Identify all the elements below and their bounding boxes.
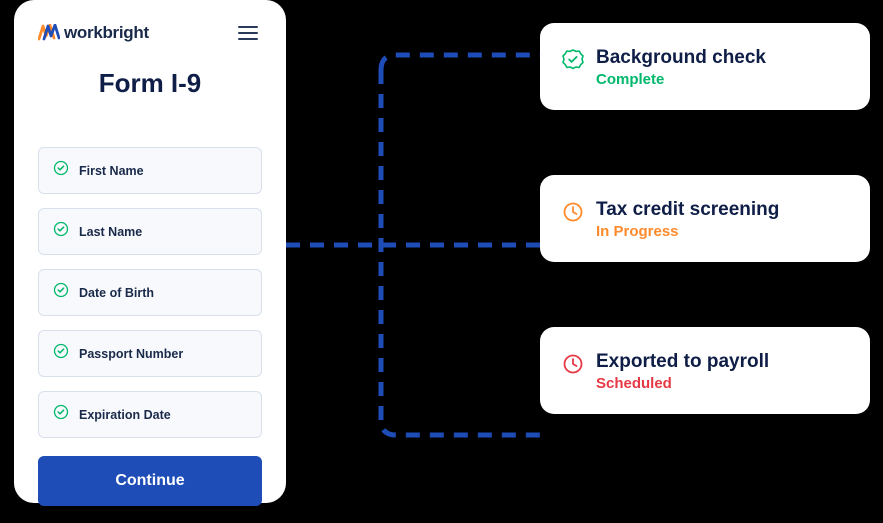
status-list: Background check Complete Tax credit scr…	[540, 23, 870, 414]
status-sub: In Progress	[596, 223, 779, 240]
check-badge-icon	[562, 49, 584, 76]
field-label: Expiration Date	[79, 408, 171, 422]
field-first-name[interactable]: First Name	[38, 147, 262, 194]
field-dob[interactable]: Date of Birth	[38, 269, 262, 316]
field-expiration[interactable]: Expiration Date	[38, 391, 262, 438]
check-icon	[53, 160, 69, 181]
check-icon	[53, 282, 69, 303]
field-label: Passport Number	[79, 347, 183, 361]
field-label: Date of Birth	[79, 286, 154, 300]
check-icon	[53, 221, 69, 242]
field-label: Last Name	[79, 225, 142, 239]
status-sub: Complete	[596, 71, 766, 88]
field-last-name[interactable]: Last Name	[38, 208, 262, 255]
status-payroll: Exported to payroll Scheduled	[540, 327, 870, 414]
page-title: Form I-9	[38, 68, 262, 99]
field-label: First Name	[79, 164, 144, 178]
check-icon	[53, 343, 69, 364]
status-title: Tax credit screening	[596, 199, 779, 221]
form-card: workbright Form I-9 First Name Last Name…	[14, 0, 286, 503]
continue-button[interactable]: Continue	[38, 456, 262, 506]
status-sub: Scheduled	[596, 375, 769, 392]
status-title: Exported to payroll	[596, 351, 769, 373]
logo-mark-icon	[38, 24, 60, 42]
logo-text: workbright	[64, 23, 149, 43]
logo: workbright	[38, 23, 149, 43]
clock-icon	[562, 353, 584, 380]
menu-icon[interactable]	[234, 22, 262, 44]
status-tax-credit: Tax credit screening In Progress	[540, 175, 870, 262]
status-title: Background check	[596, 47, 766, 69]
app-header: workbright	[38, 22, 262, 44]
connector-lines	[286, 45, 546, 455]
clock-icon	[562, 201, 584, 228]
status-background-check: Background check Complete	[540, 23, 870, 110]
field-passport[interactable]: Passport Number	[38, 330, 262, 377]
check-icon	[53, 404, 69, 425]
field-list: First Name Last Name Date of Birth Passp…	[38, 147, 262, 438]
